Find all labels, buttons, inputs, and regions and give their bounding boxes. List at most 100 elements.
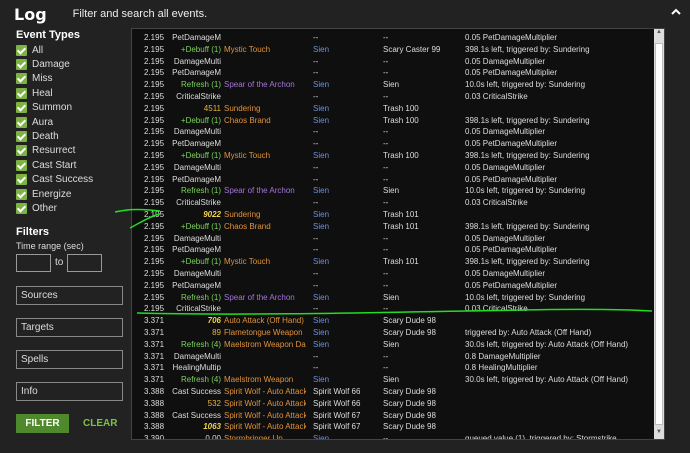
log-row[interactable]: 2.195 PetDamageM -- -- 0.05 PetDamageMultipl… [132, 67, 654, 79]
checkbox-checked-icon[interactable] [16, 131, 27, 143]
log-event: PetDamageM [172, 280, 221, 290]
log-row[interactable]: 3.371 DamageMulti -- -- 0.8 DamageMultiplier [132, 351, 654, 363]
log-row[interactable]: 2.195 PetDamageM -- -- 0.05 PetDamageMultipl… [132, 174, 654, 186]
log-row[interactable]: 3.371 706 Auto Attack (Off Hand) Sien Scary … [132, 315, 654, 327]
log-info: 0.03 CriticalStrike [465, 304, 528, 314]
clear-button[interactable]: CLEAR [83, 418, 117, 429]
log-target: -- [383, 198, 389, 208]
log-row[interactable]: 2.195 CriticalStrike -- -- 0.03 CriticalStri… [132, 303, 654, 315]
event-type-label: Death [32, 131, 59, 143]
event-log[interactable]: 2.195 PetDamageM -- -- 0.05 PetDamageMultipl… [131, 28, 665, 440]
log-row[interactable]: 2.195 DamageMulti -- -- 0.05 DamageMultiplie… [132, 233, 654, 245]
filter-button[interactable]: FILTER [16, 413, 69, 433]
log-row[interactable]: 3.371 Refresh (4) Maelstrom Weapon Sien Sien… [132, 374, 654, 386]
log-time: 2.195 [144, 221, 165, 231]
targets-input[interactable]: Targets [16, 317, 123, 337]
event-type-aura[interactable]: Aura [16, 115, 132, 129]
log-target: -- [383, 434, 389, 440]
spells-input[interactable]: Spells [16, 349, 123, 369]
checkbox-checked-icon[interactable] [16, 188, 27, 200]
log-row[interactable]: 2.195 CriticalStrike -- -- 0.03 CriticalStri… [132, 91, 654, 103]
log-row[interactable]: 2.195 +Debuff (1) Mystic Touch Sien Scary Ca… [132, 44, 654, 56]
log-info: 398.1s left, triggered by: Sundering [465, 257, 590, 267]
scrollbar[interactable]: ▲ ▼ [654, 29, 664, 439]
log-event: 1063 [203, 422, 221, 432]
event-type-miss[interactable]: Miss [16, 72, 132, 86]
log-event: 9022 [203, 210, 221, 219]
event-type-label: Cast Success [32, 174, 94, 186]
event-type-energize[interactable]: Energize [16, 187, 132, 201]
log-target: -- [383, 33, 389, 42]
event-type-cast-success[interactable]: Cast Success [16, 173, 132, 187]
log-row[interactable]: 2.195 +Debuff (1) Chaos Brand Sien Trash 101… [132, 221, 654, 233]
log-row[interactable]: 3.371 HealingMultip -- -- 0.8 HealingMultipl… [132, 362, 654, 374]
checkbox-checked-icon[interactable] [16, 44, 27, 56]
log-info: 10.0s left, triggered by: Sundering [465, 186, 586, 196]
scroll-down-icon[interactable]: ▼ [654, 429, 664, 439]
event-type-summon[interactable]: Summon [16, 101, 132, 115]
event-type-label: Energize [32, 188, 72, 200]
log-row[interactable]: 2.195 +Debuff (1) Mystic Touch Sien Trash 10… [132, 256, 654, 268]
log-event: PetDamageM [172, 68, 221, 78]
log-row[interactable]: 2.195 4511 Sundering Sien Trash 100 [132, 103, 654, 115]
sidebar: Event Types All Damage Miss Heal Summon Aura D… [0, 28, 132, 453]
log-row[interactable]: 3.388 Cast Success Spirit Wolf - Auto Atta… [132, 386, 654, 398]
log-row[interactable]: 3.388 1063 Spirit Wolf - Auto Attack Spirit… [132, 421, 654, 433]
log-row[interactable]: 2.195 DamageMulti -- -- 0.05 DamageMultiplie… [132, 162, 654, 174]
checkbox-checked-icon[interactable] [16, 159, 27, 171]
event-type-damage[interactable]: Damage [16, 57, 132, 71]
event-type-other[interactable]: Other [16, 201, 132, 215]
log-row[interactable]: 2.195 CriticalStrike -- -- 0.03 CriticalStri… [132, 197, 654, 209]
info-input[interactable]: Info [16, 381, 123, 401]
log-event: DamageMulti [173, 162, 221, 172]
log-row[interactable]: 2.195 DamageMulti -- -- 0.05 DamageMultiplie… [132, 56, 654, 68]
log-row[interactable]: 2.195 DamageMulti -- -- 0.05 DamageMultiplie… [132, 268, 654, 280]
log-row[interactable]: 2.195 PetDamageM -- -- 0.05 PetDamageMultipl… [132, 244, 654, 256]
log-ability: Flametongue Weapon [224, 328, 303, 337]
log-ability: Mystic Touch [224, 151, 271, 160]
checkbox-checked-icon[interactable] [16, 59, 27, 71]
scroll-thumb[interactable] [655, 43, 663, 425]
log-row[interactable]: 2.195 +Debuff (1) Mystic Touch Sien Trash 10… [132, 150, 654, 162]
log-row[interactable]: 3.371 Refresh (4)Maelstrom Weapon Damage S… [132, 339, 654, 351]
log-row[interactable]: 3.388 Cast Success Spirit Wolf - Auto Atta… [132, 410, 654, 422]
log-info: 30.0s left, triggered by: Auto Attack (O… [465, 375, 629, 385]
event-type-all[interactable]: All [16, 43, 132, 57]
checkbox-checked-icon[interactable] [16, 87, 27, 99]
log-source: Sien [313, 316, 330, 326]
log-row[interactable]: 2.195 PetDamageM -- -- 0.05 PetDamageMultipl… [132, 280, 654, 292]
checkbox-checked-icon[interactable] [16, 102, 27, 114]
event-type-cast-start[interactable]: Cast Start [16, 158, 132, 172]
checkbox-checked-icon[interactable] [16, 174, 27, 186]
log-row[interactable]: 3.371 89 Flametongue Weapon Sien Scary Dude … [132, 327, 654, 339]
log-info: 398.1s left, triggered by: Sundering [465, 151, 590, 160]
log-row[interactable]: 3.388 532 Spirit Wolf - Auto Attack Spirit … [132, 398, 654, 410]
log-row[interactable]: 2.195 +Debuff (1) Chaos Brand Sien Trash 100… [132, 115, 654, 127]
sources-input[interactable]: Sources [16, 285, 123, 305]
log-target: Trash 100 [383, 115, 419, 125]
checkbox-checked-icon[interactable] [16, 116, 27, 128]
log-row[interactable]: 2.195 Refresh (1) Spear of the Archon Sien S… [132, 79, 654, 91]
event-type-resurrect[interactable]: Resurrect [16, 144, 132, 158]
log-row[interactable]: 2.195 Refresh (1) Spear of the Archon Sien S… [132, 185, 654, 197]
chevron-up-icon[interactable] [668, 6, 684, 22]
checkbox-checked-icon[interactable] [16, 202, 27, 214]
log-row[interactable]: 2.195 PetDamageM -- -- 0.05 PetDamageMultipl… [132, 32, 654, 44]
log-row[interactable]: 3.390 0.00 Stormbringer Up Sien -- queued val… [132, 433, 654, 440]
log-event: 0.00 [205, 434, 221, 440]
log-target: -- [383, 56, 389, 66]
log-time: 3.371 [144, 328, 165, 337]
log-row[interactable]: 2.195 Refresh (1) Spear of the Archon Sien S… [132, 292, 654, 304]
event-type-heal[interactable]: Heal [16, 86, 132, 100]
event-type-death[interactable]: Death [16, 129, 132, 143]
time-to-input[interactable] [67, 253, 103, 272]
checkbox-checked-icon[interactable] [16, 73, 27, 85]
log-info: 0.05 PetDamageMultiplier [465, 245, 558, 255]
log-row[interactable]: 2.195 DamageMulti -- -- 0.05 DamageMultiplie… [132, 126, 654, 138]
log-row[interactable]: 2.195 9022 Sundering Sien Trash 101 [132, 209, 654, 221]
checkbox-checked-icon[interactable] [16, 145, 27, 157]
log-source: Sien [313, 434, 330, 440]
time-from-input[interactable] [16, 253, 51, 272]
scroll-up-icon[interactable]: ▲ [654, 29, 664, 39]
log-row[interactable]: 2.195 PetDamageM -- -- 0.05 PetDamageMultipl… [132, 138, 654, 150]
